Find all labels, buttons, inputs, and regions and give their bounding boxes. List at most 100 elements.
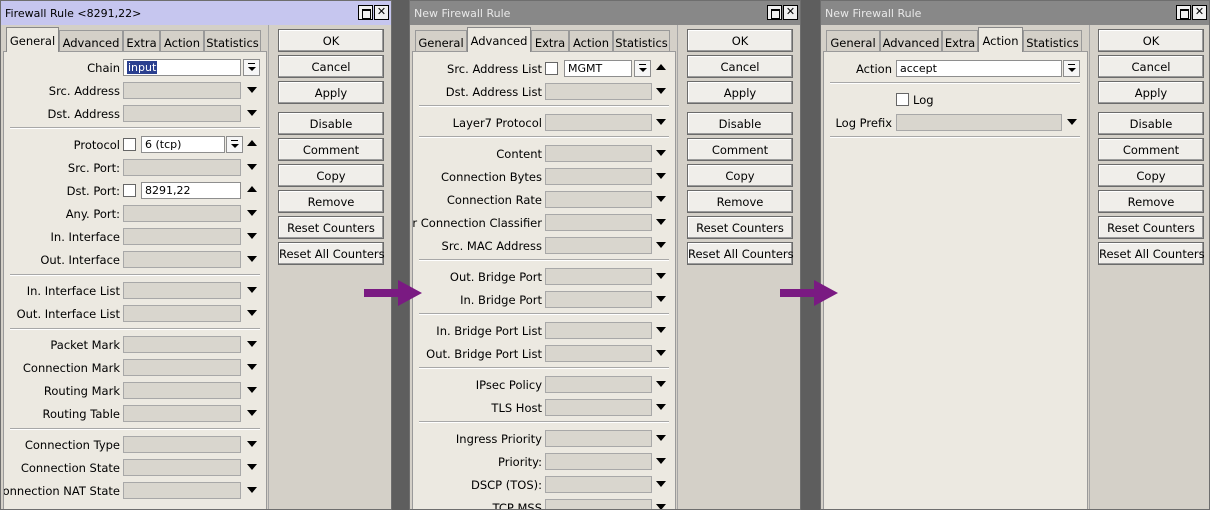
expand-down-icon[interactable] [247,210,257,216]
expand-down-icon[interactable] [656,242,666,248]
expand-down-icon[interactable] [247,441,257,447]
expand-down-icon[interactable] [247,387,257,393]
src-address-list-negate-checkbox[interactable] [545,62,558,75]
tab-general[interactable]: General [6,27,59,52]
reset-counters-button[interactable]: Reset Counters [687,216,793,239]
tab-statistics[interactable]: Statistics [1023,30,1082,51]
layer7-protocol-input[interactable] [545,114,652,131]
copy-button[interactable]: Copy [687,164,793,187]
connection-mark-input[interactable] [123,359,241,376]
window-title-bar[interactable]: New Firewall Rule ✕ [821,1,1209,25]
dst-address-input[interactable] [123,105,241,122]
close-icon[interactable]: ✕ [1192,5,1207,20]
expand-down-icon[interactable] [656,327,666,333]
ok-button[interactable]: OK [278,29,384,52]
ipsec-policy-input[interactable] [545,376,652,393]
in-bridge-port-list-input[interactable] [545,322,652,339]
tcp-mss-input[interactable] [545,499,652,509]
ok-button[interactable]: OK [687,29,793,52]
tab-extra[interactable]: Extra [942,30,978,51]
content-input[interactable] [545,145,652,162]
copy-button[interactable]: Copy [278,164,384,187]
comment-button[interactable]: Comment [687,138,793,161]
close-icon[interactable]: ✕ [783,5,798,20]
expand-down-icon[interactable] [656,273,666,279]
apply-button[interactable]: Apply [278,81,384,104]
packet-mark-input[interactable] [123,336,241,353]
expand-down-icon[interactable] [247,364,257,370]
apply-button[interactable]: Apply [1098,81,1204,104]
connection-state-input[interactable] [123,459,241,476]
in-bridge-port-input[interactable] [545,291,652,308]
tab-action[interactable]: Action [978,27,1023,52]
expand-down-icon[interactable] [247,410,257,416]
collapse-up-icon[interactable] [247,186,257,192]
expand-down-icon[interactable] [656,219,666,225]
reset-all-counters-button[interactable]: Reset All Counters [1098,242,1205,265]
tab-advanced[interactable]: Advanced [467,27,531,52]
maximize-icon[interactable] [767,5,782,20]
protocol-dropdown-icon[interactable] [226,136,243,153]
src-address-list-dropdown-icon[interactable] [634,60,651,77]
expand-down-icon[interactable] [247,87,257,93]
expand-down-icon[interactable] [656,404,666,410]
src-address-input[interactable] [123,82,241,99]
disable-button[interactable]: Disable [1098,112,1204,135]
cancel-button[interactable]: Cancel [1098,55,1204,78]
dst-port-input[interactable]: 8291,22 [141,182,241,199]
close-icon[interactable]: ✕ [374,5,389,20]
reset-all-counters-button[interactable]: Reset All Counters [278,242,385,265]
expand-down-icon[interactable] [656,435,666,441]
chain-dropdown-icon[interactable] [243,59,260,76]
maximize-icon[interactable] [358,5,373,20]
apply-button[interactable]: Apply [687,81,793,104]
cancel-button[interactable]: Cancel [687,55,793,78]
tab-action[interactable]: Action [160,30,204,51]
out-interface-input[interactable] [123,251,241,268]
action-input[interactable]: accept [896,60,1062,77]
out-bridge-port-input[interactable] [545,268,652,285]
collapse-up-icon[interactable] [656,64,666,70]
remove-button[interactable]: Remove [278,190,384,213]
chain-input[interactable]: input [123,59,241,76]
expand-down-icon[interactable] [656,504,666,509]
tls-host-input[interactable] [545,399,652,416]
protocol-negate-checkbox[interactable] [123,138,136,151]
expand-down-icon[interactable] [656,196,666,202]
remove-button[interactable]: Remove [687,190,793,213]
in-interface-list-input[interactable] [123,282,241,299]
collapse-up-icon[interactable] [247,140,257,146]
expand-down-icon[interactable] [656,381,666,387]
action-dropdown-icon[interactable] [1063,60,1080,77]
tab-statistics[interactable]: Statistics [204,30,261,51]
tab-general[interactable]: General [826,30,880,51]
tab-general[interactable]: General [415,30,467,51]
connection-type-input[interactable] [123,436,241,453]
expand-down-icon[interactable] [1067,119,1077,125]
expand-down-icon[interactable] [247,256,257,262]
routing-table-input[interactable] [123,405,241,422]
connection-rate-input[interactable] [545,191,652,208]
expand-down-icon[interactable] [247,487,257,493]
cancel-button[interactable]: Cancel [278,55,384,78]
dscp-input[interactable] [545,476,652,493]
dst-address-list-input[interactable] [545,83,652,100]
log-checkbox[interactable] [896,93,909,106]
expand-down-icon[interactable] [656,481,666,487]
any-port-input[interactable] [123,205,241,222]
src-address-list-input[interactable]: MGMT [564,60,632,77]
tab-action[interactable]: Action [569,30,613,51]
dst-port-negate-checkbox[interactable] [123,184,136,197]
remove-button[interactable]: Remove [1098,190,1204,213]
src-mac-address-input[interactable] [545,237,652,254]
log-prefix-input[interactable] [896,114,1062,131]
protocol-input[interactable]: 6 (tcp) [141,136,225,153]
tab-advanced[interactable]: Advanced [59,30,123,51]
out-bridge-port-list-input[interactable] [545,345,652,362]
out-interface-list-input[interactable] [123,305,241,322]
expand-down-icon[interactable] [247,287,257,293]
expand-down-icon[interactable] [247,110,257,116]
expand-down-icon[interactable] [247,164,257,170]
expand-down-icon[interactable] [656,150,666,156]
src-port-input[interactable] [123,159,241,176]
